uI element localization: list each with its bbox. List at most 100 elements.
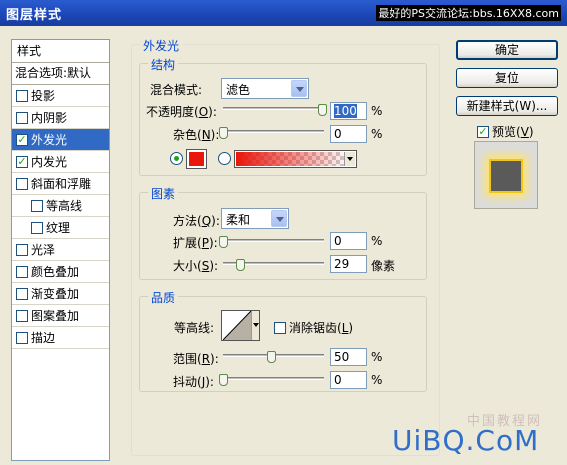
- style-list: 样式 混合选项:默认 投影内阴影外发光内发光斜面和浮雕等高线纹理光泽颜色叠加渐变…: [11, 39, 110, 461]
- style-checkbox[interactable]: [31, 222, 43, 234]
- window-title: 图层样式: [6, 8, 63, 23]
- contour-picker[interactable]: [221, 310, 260, 341]
- style-checkbox[interactable]: [31, 200, 43, 212]
- noise-percent: %: [371, 127, 383, 141]
- triangle-down-icon: [347, 157, 353, 161]
- contour-dropdown-button[interactable]: [251, 311, 259, 340]
- style-checkbox[interactable]: [16, 288, 28, 300]
- style-list-item[interactable]: 图案叠加: [12, 305, 109, 327]
- style-list-item[interactable]: 内阴影: [12, 107, 109, 129]
- spread-input[interactable]: 0: [330, 232, 367, 250]
- chevron-down-icon: [291, 80, 307, 97]
- style-checkbox[interactable]: [16, 90, 28, 102]
- gradient-radio[interactable]: [218, 152, 231, 165]
- style-list-item[interactable]: 描边: [12, 327, 109, 349]
- new-style-button[interactable]: 新建样式(W)...: [456, 96, 558, 116]
- style-list-item[interactable]: 光泽: [12, 239, 109, 261]
- range-input[interactable]: 50: [330, 348, 367, 366]
- size-label: 大小(S):: [173, 259, 219, 273]
- preview-swatch: [489, 159, 523, 193]
- gradient-dropdown-button[interactable]: [344, 152, 355, 166]
- style-list-item[interactable]: 斜面和浮雕: [12, 173, 109, 195]
- style-list-item-label: 光泽: [31, 243, 56, 257]
- style-checkbox[interactable]: [16, 112, 28, 124]
- ok-button[interactable]: 确定: [456, 40, 558, 60]
- noise-label: 杂色(N):: [173, 128, 220, 142]
- reset-button[interactable]: 复位: [456, 68, 558, 88]
- outer-glow-title: 外发光: [140, 37, 183, 54]
- spread-slider-thumb[interactable]: [219, 236, 228, 248]
- blend-mode-label: 混合模式:: [150, 83, 203, 97]
- style-list-item-label: 颜色叠加: [31, 265, 80, 279]
- style-checkbox[interactable]: [16, 244, 28, 256]
- structure-title: 结构: [148, 56, 179, 73]
- style-list-item[interactable]: 等高线: [12, 195, 109, 217]
- style-list-item[interactable]: 外发光: [12, 129, 109, 151]
- spread-percent: %: [371, 234, 383, 248]
- spread-label: 扩展(P):: [173, 236, 218, 250]
- style-checkbox[interactable]: [16, 134, 28, 146]
- triangle-down-icon: [253, 323, 259, 327]
- style-list-item-label: 外发光: [31, 133, 68, 147]
- opacity-slider-thumb[interactable]: [318, 104, 327, 116]
- range-label: 范围(R):: [173, 352, 219, 366]
- style-list-item[interactable]: 渐变叠加: [12, 283, 109, 305]
- contour-curve-icon: [223, 311, 251, 340]
- size-slider-thumb[interactable]: [236, 259, 245, 271]
- site-watermark: UiBQ.CoM: [392, 424, 540, 457]
- glow-color-swatch[interactable]: [186, 149, 207, 169]
- style-list-item-label: 纹理: [46, 221, 71, 235]
- jitter-percent: %: [371, 373, 383, 387]
- style-list-item-label: 内发光: [31, 155, 68, 169]
- jitter-input[interactable]: 0: [330, 371, 367, 389]
- blend-mode-value: 滤色: [226, 83, 251, 97]
- antialias-check-box[interactable]: [274, 322, 286, 334]
- blend-options-item[interactable]: 混合选项:默认: [12, 63, 109, 85]
- antialias-checkbox[interactable]: 消除锯齿(L): [274, 319, 353, 336]
- style-checkbox[interactable]: [16, 266, 28, 278]
- noise-slider-thumb[interactable]: [219, 127, 228, 139]
- method-value: 柔和: [226, 213, 251, 227]
- range-slider-thumb[interactable]: [267, 351, 276, 363]
- noise-slider[interactable]: [223, 130, 324, 133]
- method-label: 方法(Q):: [173, 214, 220, 228]
- opacity-input[interactable]: 100: [330, 102, 367, 120]
- opacity-percent: %: [371, 104, 383, 118]
- range-percent: %: [371, 350, 383, 364]
- style-list-item[interactable]: 颜色叠加: [12, 261, 109, 283]
- style-list-item[interactable]: 内发光: [12, 151, 109, 173]
- preview-checkbox[interactable]: 预览(V): [477, 123, 534, 140]
- style-list-item-label: 等高线: [46, 199, 83, 213]
- solid-color-radio[interactable]: [170, 152, 183, 165]
- preview-check-box[interactable]: [477, 126, 489, 138]
- opacity-label: 不透明度(O):: [146, 105, 217, 119]
- watermark-text: 最好的PS交流论坛:bbs.16XX8.com: [376, 5, 561, 21]
- style-list-item-label: 渐变叠加: [31, 287, 80, 301]
- jitter-slider[interactable]: [223, 377, 324, 380]
- style-list-item-label: 斜面和浮雕: [31, 177, 92, 191]
- style-preview: [474, 141, 538, 209]
- style-list-item[interactable]: 投影: [12, 85, 109, 107]
- style-list-item-label: 描边: [31, 331, 56, 345]
- style-checkbox[interactable]: [16, 310, 28, 322]
- gradient-picker[interactable]: [234, 150, 357, 168]
- style-list-item[interactable]: 纹理: [12, 217, 109, 239]
- opacity-slider[interactable]: [223, 107, 324, 110]
- style-checkbox[interactable]: [16, 156, 28, 168]
- style-checkbox[interactable]: [16, 332, 28, 344]
- spread-slider[interactable]: [223, 239, 324, 242]
- title-bar[interactable]: 图层样式 最好的PS交流论坛:bbs.16XX8.com: [0, 0, 567, 26]
- style-list-item-label: 图案叠加: [31, 309, 80, 323]
- elements-title: 图素: [148, 185, 179, 202]
- blend-mode-select[interactable]: 滤色: [221, 78, 309, 99]
- style-list-header[interactable]: 样式: [12, 40, 109, 63]
- style-list-item-label: 投影: [31, 89, 56, 103]
- method-select[interactable]: 柔和: [221, 208, 289, 229]
- contour-label: 等高线:: [174, 321, 215, 335]
- style-checkbox[interactable]: [16, 178, 28, 190]
- style-list-item-label: 内阴影: [31, 111, 68, 125]
- jitter-slider-thumb[interactable]: [219, 374, 228, 386]
- size-input[interactable]: 29: [330, 255, 367, 273]
- gradient-preview: [236, 152, 344, 166]
- noise-input[interactable]: 0: [330, 125, 367, 143]
